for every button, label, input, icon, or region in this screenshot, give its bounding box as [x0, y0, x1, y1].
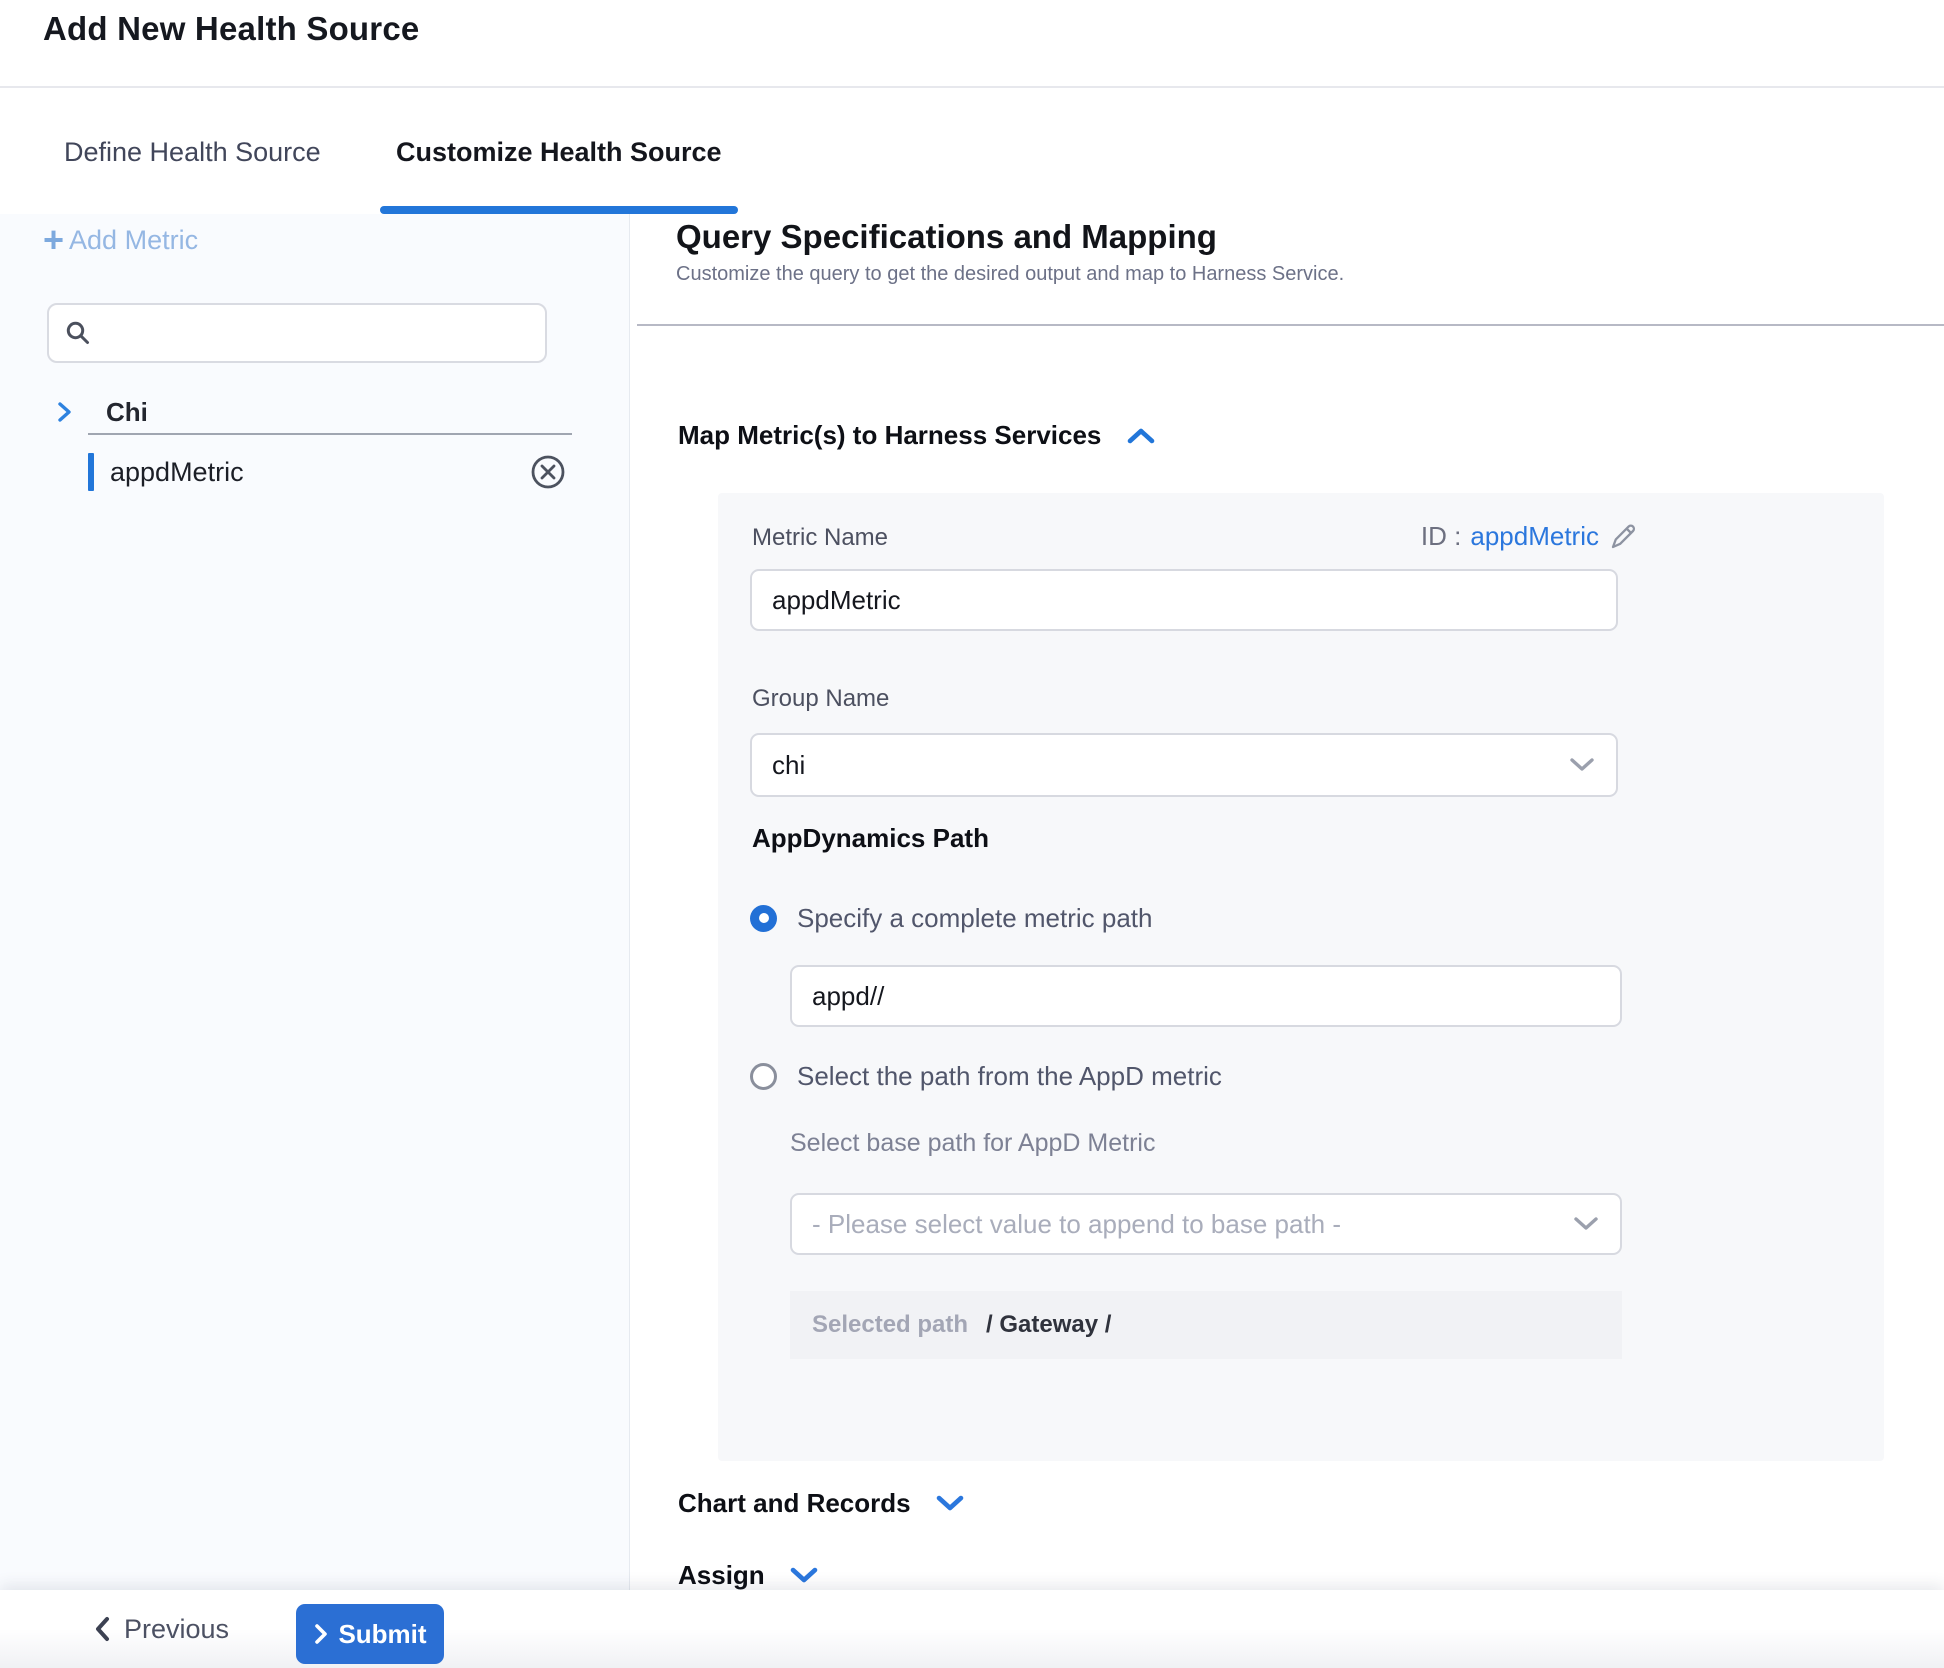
metric-search	[47, 303, 547, 363]
metric-mapping-card: Metric Name ID : appdMetric Group Name c…	[718, 493, 1884, 1461]
metric-path-input[interactable]	[790, 965, 1622, 1027]
tab-define-label: Define Health Source	[64, 137, 321, 168]
selected-path-label: Selected path	[812, 1311, 968, 1339]
assign-section-toggle[interactable]: Assign	[678, 1560, 819, 1590]
group-name-label: Group Name	[752, 685, 889, 713]
selected-path-value: / Gateway /	[986, 1311, 1111, 1339]
selected-path-bar: Selected path / Gateway /	[790, 1291, 1622, 1359]
search-input[interactable]	[47, 303, 547, 363]
chevron-up-icon[interactable]	[1125, 425, 1157, 447]
group-name-select[interactable]: chi	[750, 733, 1618, 797]
page-subtitle: Customize the query to get the desired o…	[676, 261, 1344, 287]
metrics-sidebar: + Add Metric Chi appdMetric	[0, 214, 630, 1590]
circle-close-icon	[530, 454, 566, 490]
tab-customize-health-source[interactable]: Customize Health Source	[380, 90, 738, 214]
radio-unselected-icon[interactable]	[750, 1063, 777, 1090]
previous-label: Previous	[124, 1614, 229, 1645]
chart-records-section-toggle[interactable]: Chart and Records	[678, 1488, 965, 1519]
dialog-header: Add New Health Source	[0, 0, 1944, 88]
group-name-value: chi	[772, 750, 805, 781]
base-path-select[interactable]: - Please select value to append to base …	[790, 1193, 1622, 1255]
chevron-right-icon	[313, 1623, 329, 1645]
assign-title: Assign	[678, 1560, 765, 1590]
tree-item-label: appdMetric	[110, 457, 244, 488]
query-spec-panel: Query Specifications and Mapping Customi…	[630, 214, 1944, 1590]
map-metrics-section-toggle[interactable]: Map Metric(s) to Harness Services	[678, 420, 1157, 451]
tree-group-chi[interactable]: Chi	[0, 390, 572, 434]
chart-records-title: Chart and Records	[678, 1488, 911, 1519]
search-icon	[64, 319, 92, 347]
add-metric-label: Add Metric	[69, 225, 198, 256]
active-tab-underline	[380, 206, 738, 214]
plus-icon: +	[43, 222, 64, 258]
base-path-placeholder: - Please select value to append to base …	[812, 1209, 1341, 1240]
radio-selected-icon[interactable]	[750, 905, 777, 932]
add-metric-button[interactable]: + Add Metric	[43, 222, 198, 258]
chevron-down-icon	[1568, 756, 1596, 774]
dialog-title: Add New Health Source	[43, 10, 419, 48]
tree-item-appdmetric[interactable]: appdMetric	[88, 452, 572, 492]
metric-id-value[interactable]: appdMetric	[1470, 521, 1599, 552]
chevron-down-icon[interactable]	[935, 1493, 965, 1515]
chevron-down-icon[interactable]	[789, 1565, 819, 1587]
section-divider	[637, 324, 1944, 326]
tree-divider	[88, 433, 572, 435]
page-title: Query Specifications and Mapping	[676, 214, 1217, 260]
tree-group-label: Chi	[106, 397, 148, 428]
submit-button[interactable]: Submit	[296, 1604, 444, 1664]
map-metrics-section-title: Map Metric(s) to Harness Services	[678, 420, 1101, 451]
chevron-down-icon	[1572, 1215, 1600, 1233]
add-health-source-dialog: Add New Health Source Define Health Sour…	[0, 0, 1944, 1668]
edit-id-button[interactable]	[1608, 520, 1640, 552]
base-path-label: Select base path for AppD Metric	[790, 1129, 1155, 1158]
tab-define-health-source[interactable]: Define Health Source	[48, 90, 337, 214]
metric-name-input[interactable]	[750, 569, 1618, 631]
radio-select-appd-path[interactable]: Select the path from the AppD metric	[750, 1049, 1222, 1103]
chevron-left-icon	[92, 1615, 112, 1643]
dialog-body: + Add Metric Chi appdMetric	[0, 214, 1944, 1590]
selected-indicator	[88, 453, 94, 491]
radio-specify-label: Specify a complete metric path	[797, 903, 1153, 934]
edit-pencil-icon	[1608, 520, 1640, 552]
radio-specify-metric-path[interactable]: Specify a complete metric path	[750, 891, 1153, 945]
metric-id-row: ID : appdMetric	[1421, 520, 1640, 552]
tab-bar: Define Health Source Customize Health So…	[0, 90, 1944, 214]
id-prefix-label: ID :	[1421, 521, 1461, 552]
dialog-footer: Previous Submit	[0, 1590, 1944, 1668]
metric-name-label: Metric Name	[752, 524, 888, 552]
appdynamics-path-heading: AppDynamics Path	[752, 823, 989, 854]
remove-metric-button[interactable]	[530, 454, 566, 490]
tab-customize-label: Customize Health Source	[396, 137, 722, 168]
submit-label: Submit	[338, 1619, 426, 1650]
radio-select-label: Select the path from the AppD metric	[797, 1061, 1222, 1092]
chevron-right-icon[interactable]	[52, 399, 76, 425]
previous-button[interactable]: Previous	[92, 1590, 229, 1668]
